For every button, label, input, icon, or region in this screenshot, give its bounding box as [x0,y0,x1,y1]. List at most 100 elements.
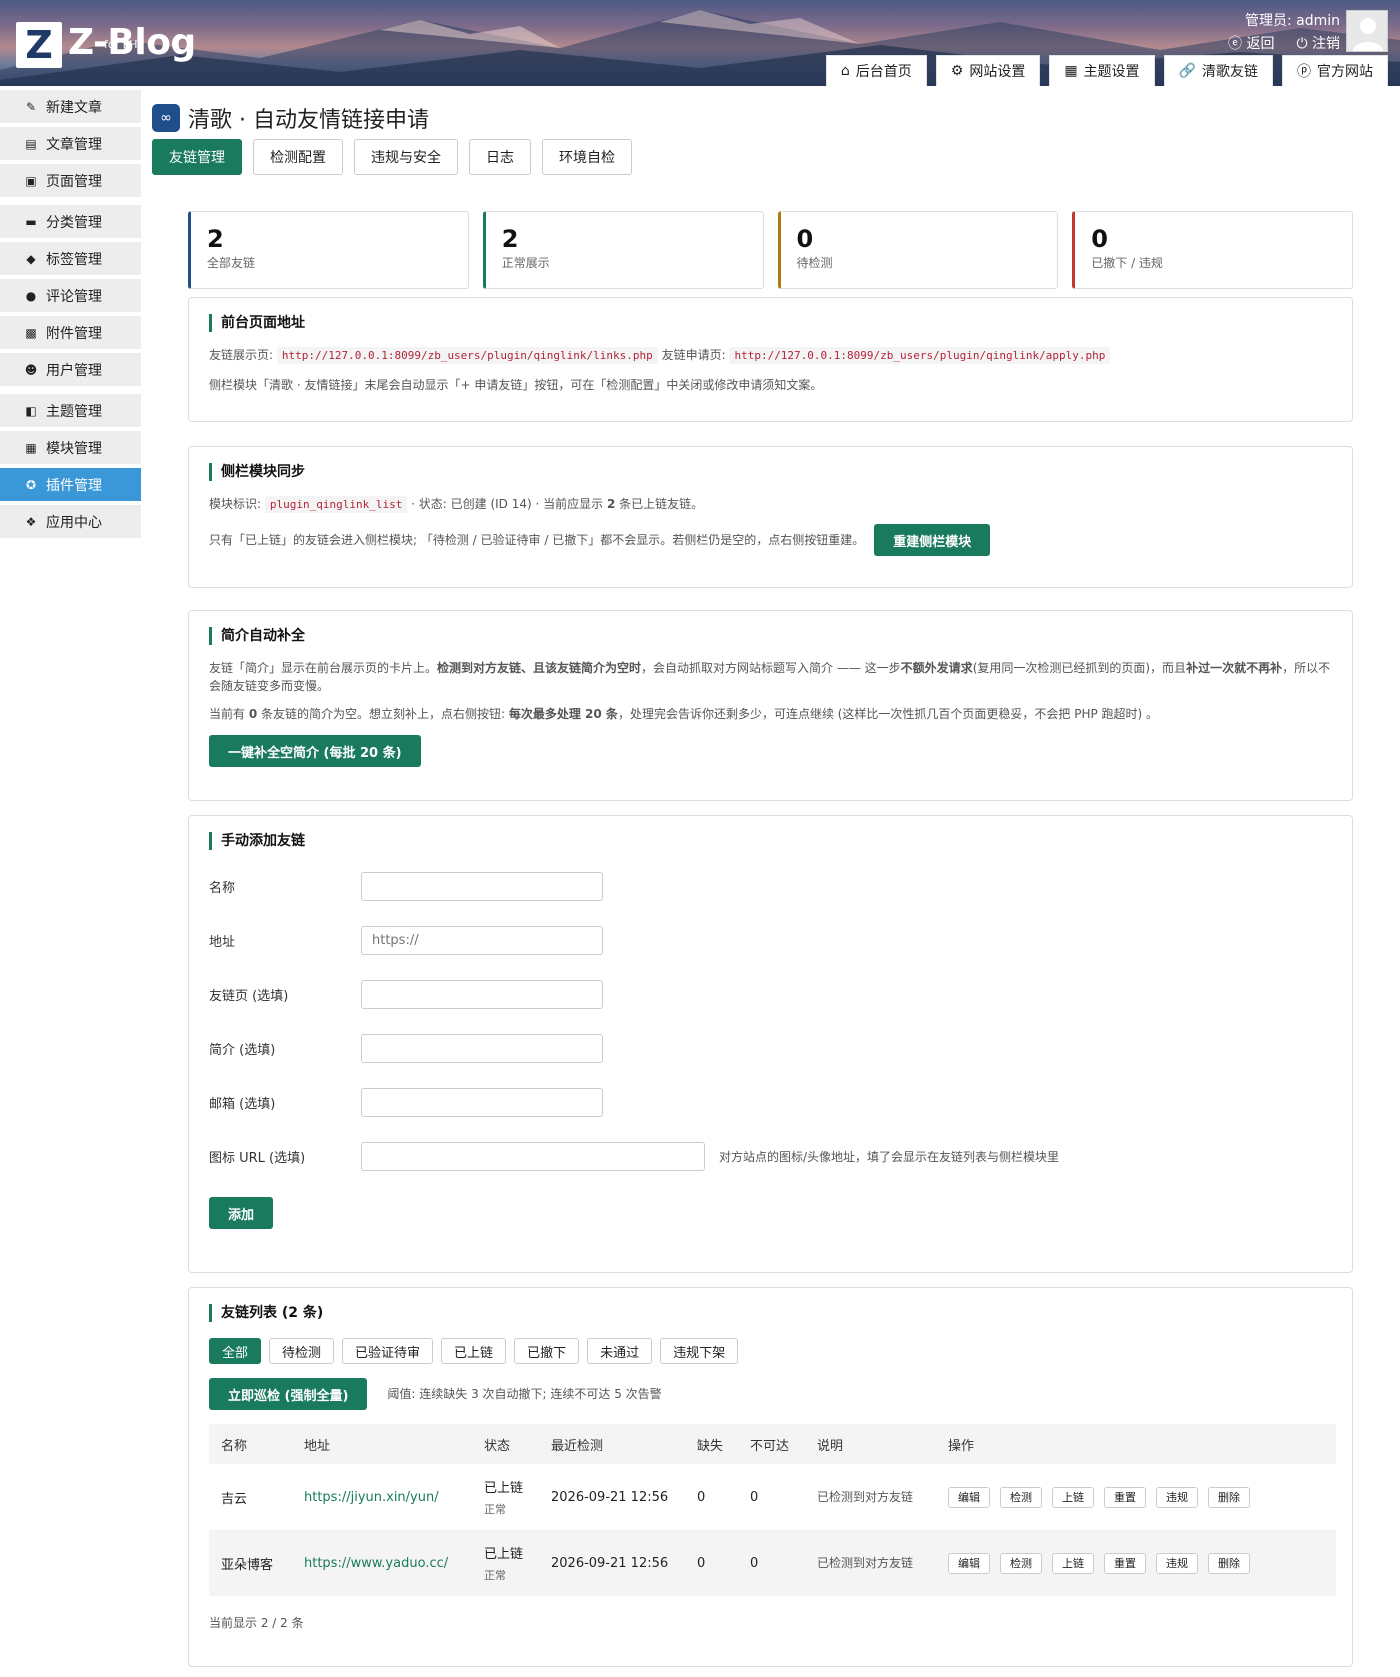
filter-rejected[interactable]: 未通过 [587,1338,653,1364]
filter-all[interactable]: 全部 [209,1338,262,1364]
sidebar-item-modules[interactable]: ▦ 模块管理 [0,431,141,464]
unreachable-count: 0 [738,1464,805,1530]
sidebar-item-comments[interactable]: ● 评论管理 [0,279,141,312]
sidebar-item-users[interactable]: ☻ 用户管理 [0,353,141,386]
publish-button[interactable]: 上链 [1052,1552,1094,1574]
sidebar-item-articles[interactable]: ▤ 文章管理 [0,127,141,160]
link-url[interactable]: https://jiyun.xin/yun/ [304,1490,439,1505]
filter-violation[interactable]: 违规下架 [660,1338,739,1364]
status-filters: 全部 待检测 已验证待审 已上链 已撤下 未通过 违规下架 [209,1338,1332,1364]
reset-button[interactable]: 重置 [1104,1486,1146,1508]
delete-button[interactable]: 删除 [1208,1486,1250,1508]
column-header: 最近检测 [539,1424,685,1464]
topnav-label: 主题设置 [1083,64,1140,80]
topnav-home[interactable]: ⌂ 后台首页 [825,55,927,86]
sidebar-item-pages[interactable]: ▣ 页面管理 [0,164,141,197]
patrol-now-button[interactable]: 立即巡检 (强制全量) [209,1378,368,1410]
sidebar-item-plugins[interactable]: ✪ 插件管理 [0,468,141,501]
publish-button[interactable]: 上链 [1052,1486,1094,1508]
icon-url-input[interactable] [361,1142,705,1171]
add-link-button[interactable]: 添加 [209,1197,274,1229]
stat-label: 待检测 [796,256,833,270]
link-url[interactable]: https://www.yaduo.cc/ [304,1556,448,1571]
plugin-icon: ✪ [25,477,37,492]
sidebar-item-label: 附件管理 [46,325,102,342]
topnav-theme-settings[interactable]: ▦ 主题设置 [1049,55,1155,86]
topnav-qinglink[interactable]: 🔗 清歌友链 [1163,55,1273,86]
theme-icon: ◧ [25,403,37,418]
intro-text: 友链「简介」显示在前台展示页的卡片上。 [209,661,438,675]
stat-card-total: 2 全部友链 [188,211,469,289]
reset-button[interactable]: 重置 [1104,1552,1146,1574]
edit-button[interactable]: 编辑 [948,1552,990,1574]
link-note: 已检测到对方友链 [805,1464,936,1530]
topnav-label: 后台首页 [855,64,912,80]
check-button[interactable]: 检测 [1000,1552,1042,1574]
apply-page-url[interactable]: http://127.0.0.1:8099/zb_users/plugin/qi… [729,347,1111,364]
intro-input[interactable] [361,1034,603,1063]
stat-value: 0 [1091,225,1108,253]
sidebar-item-themes[interactable]: ◧ 主题管理 [0,394,141,427]
sidebar-item-label: 分类管理 [46,214,102,231]
sidebar-item-tags[interactable]: ◆ 标签管理 [0,242,141,275]
link-page-input[interactable] [361,980,603,1009]
filter-removed[interactable]: 已撤下 [514,1338,580,1364]
intro-paragraph-2: 当前有 0 条友链的简介为空。想立刻补上，点右侧按钮: 每次最多处理 20 条，… [209,705,1332,723]
sidebar-item-new-article[interactable]: ✎ 新建文章 [0,90,141,123]
intro-bold: 补过一次就不再补 [1186,661,1283,675]
show-page-label: 友链展示页: [209,348,274,362]
edit-icon: ✎ [25,99,37,114]
edit-button[interactable]: 编辑 [948,1486,990,1508]
stat-card-normal: 2 正常展示 [482,211,764,289]
tab-logs[interactable]: 日志 [469,139,531,175]
topnav-official-site[interactable]: ⓟ 官方网站 [1282,55,1388,86]
tag-icon: ◆ [26,251,36,266]
form-row-email: 邮箱 (选填) [209,1088,1332,1117]
intro-text: ，会自动抓取对方网站标题写入简介 —— 这一步 [641,661,901,675]
stat-label: 全部友链 [207,256,256,270]
field-label: 图标 URL (选填) [209,1151,306,1166]
infinity-link-icon: ∞ [152,104,180,132]
avatar[interactable] [1346,10,1388,52]
module-status-text: · 状态: 已创建 (ID 14) · 当前应显示 [411,497,607,511]
sidebar: ✎ 新建文章 ▤ 文章管理 ▣ 页面管理 ▬ 分类管理 ◆ 标签管理 ● 评论管理 ▩ 附件管… [0,90,141,542]
sidebar-item-attachments[interactable]: ▩ 附件管理 [0,316,141,349]
sidebar-item-app-center[interactable]: ❖ 应用中心 [0,505,141,538]
filter-online[interactable]: 已上链 [441,1338,507,1364]
sidebar-item-label: 应用中心 [46,514,102,531]
violation-button[interactable]: 违规 [1156,1486,1198,1508]
show-page-url[interactable]: http://127.0.0.1:8099/zb_users/plugin/qi… [276,347,658,364]
form-row-icon-url: 图标 URL (选填) 对方站点的图标/头像地址，填了会显示在友链列表与侧栏模块… [209,1142,1332,1171]
stat-value: 2 [207,225,224,253]
link-name: 亚朵博客 [209,1530,292,1596]
frontend-urls-card: 前台页面地址 友链展示页: http://127.0.0.1:8099/zb_u… [188,297,1353,422]
delete-button[interactable]: 删除 [1208,1552,1250,1574]
intro-text: ，处理完会告诉你还剩多少，可连点继续 (这样比一次性抓几百个页面更稳妥，不会把 … [617,707,1159,721]
tab-check-config[interactable]: 检测配置 [253,139,343,175]
last-check-time: 2026-09-21 12:56 [539,1530,685,1596]
fill-empty-intros-button[interactable]: 一键补全空简介 (每批 20 条) [209,735,421,767]
name-input[interactable] [361,872,603,901]
tab-violation-security[interactable]: 违规与安全 [354,139,458,175]
link-status: 已上链 [484,1547,524,1562]
sidebar-item-label: 评论管理 [46,288,102,305]
tab-env-check[interactable]: 环境自检 [542,139,632,175]
column-header: 缺失 [685,1424,738,1464]
check-button[interactable]: 检测 [1000,1486,1042,1508]
email-input[interactable] [361,1088,603,1117]
page-title: 清歌 · 自动友情链接申请 [188,108,429,133]
violation-button[interactable]: 违规 [1156,1552,1198,1574]
sidebar-item-categories[interactable]: ▬ 分类管理 [0,205,141,238]
logout-link[interactable]: ⏻ 注销 [1296,33,1340,53]
field-label: 地址 [209,935,236,950]
filter-verified[interactable]: 已验证待审 [342,1338,434,1364]
home-icon: ⌂ [840,63,850,79]
tab-link-management[interactable]: 友链管理 [152,139,242,175]
filter-pending[interactable]: 待检测 [269,1338,335,1364]
stat-card-removed: 0 已撤下 / 违规 [1072,211,1353,289]
rebuild-sidebar-module-button[interactable]: 重建侧栏模块 [874,524,991,556]
topnav-site-settings[interactable]: ⚙ 网站设置 [935,55,1041,86]
topnav-label: 官方网站 [1317,64,1373,80]
url-input[interactable] [361,926,603,955]
back-link[interactable]: ⓔ 返回 [1228,33,1274,53]
